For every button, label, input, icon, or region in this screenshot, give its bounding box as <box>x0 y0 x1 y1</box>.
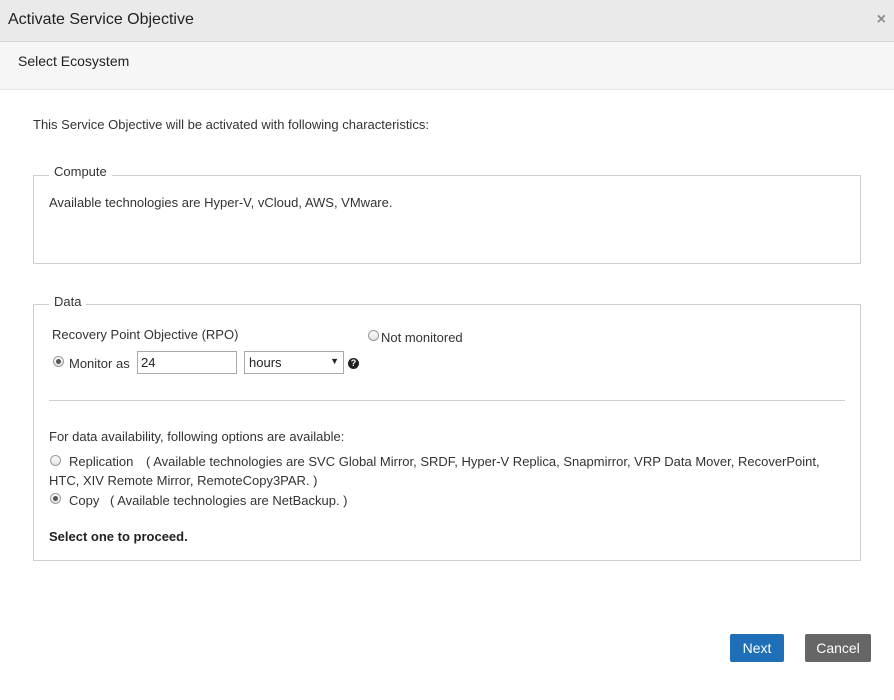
compute-fieldset <box>33 175 861 264</box>
close-icon[interactable]: × <box>877 12 886 28</box>
availability-intro-text: For data availability, following options… <box>49 429 345 444</box>
replication-radio[interactable] <box>50 455 61 466</box>
replication-label[interactable]: Replication <box>69 454 133 469</box>
cancel-button[interactable]: Cancel <box>805 634 871 662</box>
rpo-value-input[interactable]: 24 <box>137 351 237 374</box>
dialog-title: Activate Service Objective <box>8 11 194 28</box>
not-monitored-radio[interactable] <box>368 330 379 341</box>
compute-legend: Compute <box>49 164 112 179</box>
copy-description: ( Available technologies are NetBackup. … <box>110 493 348 508</box>
step-header: Select Ecosystem <box>0 42 894 90</box>
data-legend: Data <box>49 294 87 309</box>
replication-description: ( Available technologies are SVC Global … <box>146 454 820 469</box>
compute-technologies-text: Available technologies are Hyper-V, vClo… <box>49 195 393 210</box>
chevron-down-icon: ▼ <box>330 356 339 366</box>
rpo-label: Recovery Point Objective (RPO) <box>52 327 239 342</box>
copy-label[interactable]: Copy <box>69 493 99 508</box>
intro-text: This Service Objective will be activated… <box>33 117 429 132</box>
not-monitored-label[interactable]: Not monitored <box>381 330 463 345</box>
section-divider <box>49 400 845 401</box>
next-button[interactable]: Next <box>730 634 784 662</box>
proceed-note: Select one to proceed. <box>49 529 188 544</box>
monitor-as-label[interactable]: Monitor as <box>69 356 130 371</box>
copy-radio[interactable] <box>50 493 61 504</box>
rpo-unit-select[interactable]: hours ▼ <box>244 351 344 374</box>
monitor-as-radio[interactable] <box>53 356 64 367</box>
dialog-titlebar: Activate Service Objective × <box>0 0 894 42</box>
help-icon[interactable]: ? <box>348 358 359 369</box>
rpo-unit-selected: hours <box>249 355 282 370</box>
replication-description-continued: HTC, XIV Remote Mirror, RemoteCopy3PAR. … <box>49 473 318 488</box>
step-title: Select Ecosystem <box>18 53 130 69</box>
